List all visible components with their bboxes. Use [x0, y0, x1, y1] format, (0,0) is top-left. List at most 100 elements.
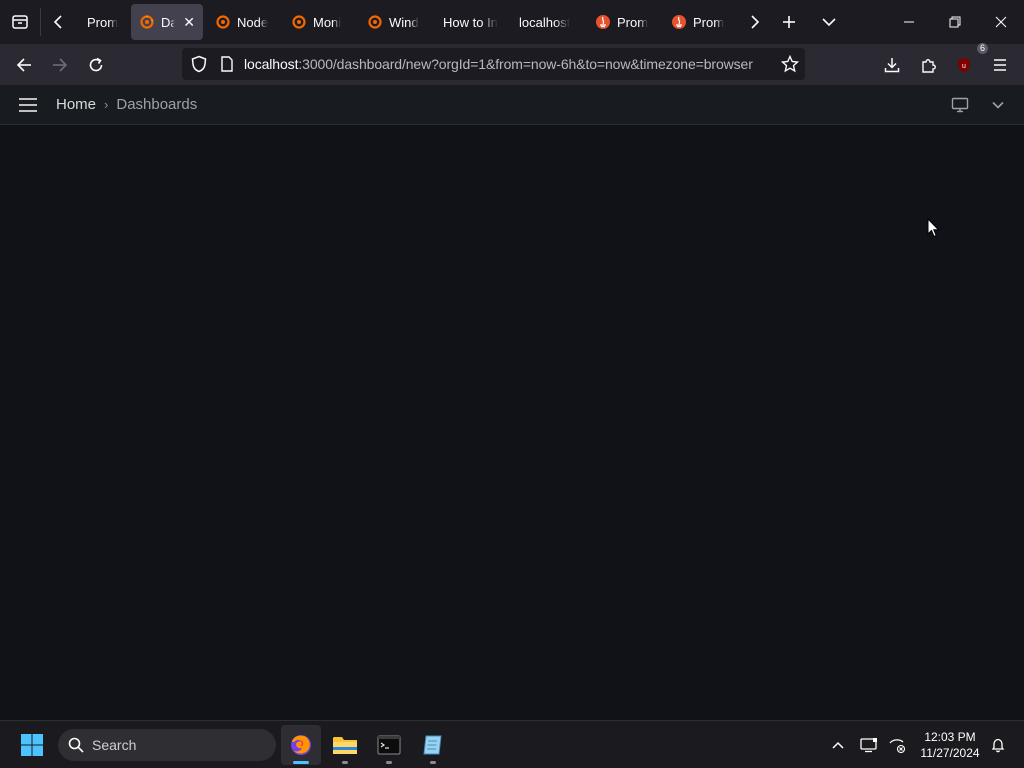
forward-button[interactable]: [42, 47, 78, 83]
restore-icon: [949, 16, 961, 28]
ublock-extension-button[interactable]: u 6: [946, 42, 988, 83]
tab-2-active[interactable]: Das ✕: [131, 4, 203, 40]
tab-label: localhost: [519, 14, 571, 30]
minimize-icon: [904, 21, 914, 23]
plus-icon: [783, 16, 795, 28]
search-icon: [68, 737, 84, 753]
tab-5[interactable]: Wind: [359, 4, 431, 40]
reload-button[interactable]: [78, 47, 114, 83]
new-tab-button[interactable]: [771, 0, 807, 44]
chevron-down-icon: [822, 18, 836, 27]
prometheus-icon: [596, 15, 610, 29]
tab-label: How to In: [443, 14, 498, 30]
chevron-left-icon: [53, 15, 62, 29]
tab-label: Prom: [87, 14, 119, 30]
notifications-button[interactable]: [984, 725, 1012, 765]
taskbar-file-explorer[interactable]: [325, 725, 365, 765]
browser-tab-strip: Prom Das ✕ Node Moni Wind How to In loca…: [0, 0, 1024, 44]
tab-label: Das: [161, 14, 176, 30]
minimize-button[interactable]: [886, 0, 932, 44]
extension-badge-count: 6: [976, 42, 988, 54]
firefox-view-button[interactable]: [0, 0, 40, 44]
breadcrumb-dashboards[interactable]: Dashboards: [116, 96, 197, 113]
firefox-icon: [291, 735, 311, 755]
tab-label: Moni: [313, 14, 342, 30]
close-icon: [995, 16, 1007, 28]
kiosk-mode-button[interactable]: [948, 94, 972, 116]
back-button[interactable]: [6, 47, 42, 83]
clock-date: 11/27/2024: [920, 746, 980, 760]
tab-label: Prom: [693, 14, 725, 30]
close-tab-icon[interactable]: ✕: [183, 14, 195, 31]
breadcrumb: Home › Dashboards: [56, 96, 197, 113]
breadcrumb-chevron-icon: ›: [104, 97, 109, 112]
bell-icon: [991, 738, 1005, 753]
tab-4[interactable]: Moni: [283, 4, 355, 40]
bookmark-star-icon[interactable]: [781, 55, 799, 73]
tab-7[interactable]: localhost: [511, 4, 583, 40]
tab-label: Prom: [617, 14, 649, 30]
reload-icon: [89, 57, 103, 71]
close-window-button[interactable]: [978, 0, 1024, 44]
display-icon: [860, 738, 877, 753]
prometheus-icon: [672, 15, 686, 29]
breadcrumb-home-link[interactable]: Home: [56, 96, 96, 113]
tab-6[interactable]: How to In: [435, 4, 507, 40]
hamburger-menu-icon: [19, 98, 37, 112]
tab-label: Wind: [389, 14, 419, 30]
tab-9[interactable]: Prom: [663, 4, 735, 40]
search-label: Search: [92, 737, 137, 753]
chevron-right-icon: [751, 15, 760, 29]
address-bar[interactable]: localhost:3000/dashboard/new?orgId=1&fro…: [182, 48, 805, 80]
url-path: :3000/dashboard/new?orgId=1&from=now-6h&…: [298, 56, 753, 72]
download-icon: [884, 57, 900, 72]
tab-label: Node: [237, 14, 269, 30]
windows-taskbar: Search 12:03 PM 11/27/2024: [0, 720, 1024, 768]
chevron-up-icon: [832, 741, 844, 749]
folder-icon: [333, 737, 357, 754]
network-disconnected-icon: [889, 739, 906, 753]
active-app-indicator: [293, 761, 309, 764]
ublock-shield-icon: u: [958, 57, 970, 72]
tab-8[interactable]: Prom: [587, 4, 659, 40]
taskbar-clock[interactable]: 12:03 PM 11/27/2024: [916, 729, 984, 761]
browser-nav-bar: localhost:3000/dashboard/new?orgId=1&fro…: [0, 42, 1024, 85]
running-app-indicator: [386, 761, 392, 764]
url-host: localhost: [244, 56, 299, 72]
taskbar-firefox[interactable]: [281, 725, 321, 765]
scroll-tabs-left-button[interactable]: [41, 0, 77, 44]
shield-icon[interactable]: [190, 55, 208, 73]
dashboard-content-area: [0, 126, 1024, 720]
app-menu-button[interactable]: [982, 47, 1018, 83]
arrow-right-icon: [53, 57, 68, 72]
terminal-icon: [377, 735, 401, 755]
tab-1[interactable]: Prom: [79, 4, 127, 40]
toolbar-right: u 6: [874, 42, 1024, 85]
taskbar-search-box[interactable]: Search: [58, 729, 276, 761]
grafana-top-nav: Home › Dashboards: [0, 85, 1024, 125]
clock-time: 12:03 PM: [924, 730, 976, 744]
list-all-tabs-button[interactable]: [807, 0, 851, 44]
tab-3[interactable]: Node: [207, 4, 279, 40]
hamburger-menu-icon: [994, 58, 1006, 71]
top-nav-dropdown-button[interactable]: [988, 94, 1008, 116]
grafana-icon: [292, 15, 306, 29]
scroll-tabs-right-button[interactable]: [737, 0, 771, 44]
grafana-icon: [216, 15, 230, 29]
page-icon[interactable]: [220, 56, 234, 72]
running-app-indicator: [342, 761, 348, 764]
firefox-view-icon: [12, 15, 28, 29]
extensions-button[interactable]: [910, 47, 946, 83]
tray-network-button[interactable]: [880, 725, 914, 765]
windows-logo-icon: [21, 734, 43, 756]
window-controls: [886, 0, 1024, 44]
taskbar-notepad[interactable]: [413, 725, 453, 765]
chevron-down-icon: [992, 101, 1004, 109]
start-button[interactable]: [12, 725, 52, 765]
taskbar-terminal[interactable]: [369, 725, 409, 765]
downloads-button[interactable]: [874, 47, 910, 83]
svg-text:u: u: [962, 63, 966, 70]
mega-menu-toggle[interactable]: [14, 94, 42, 116]
url-text[interactable]: localhost:3000/dashboard/new?orgId=1&fro…: [244, 56, 773, 72]
restore-button[interactable]: [932, 0, 978, 44]
